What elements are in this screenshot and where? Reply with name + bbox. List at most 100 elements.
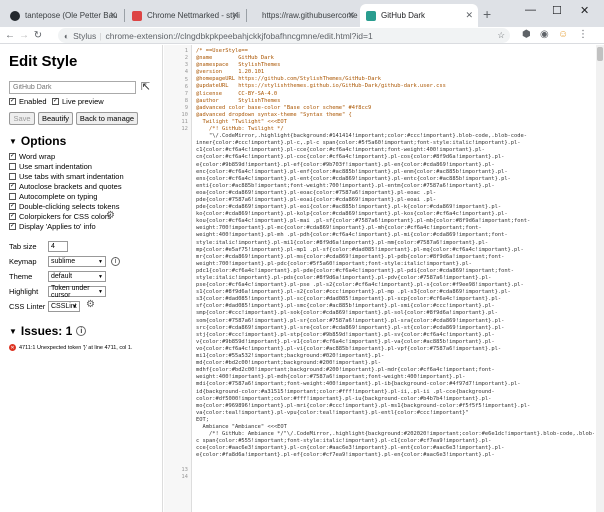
line-number: 6 xyxy=(184,84,188,90)
tab-raw-github[interactable]: https://raw.githubuserconte ✕ xyxy=(248,4,360,27)
checkbox-box: ✓ xyxy=(9,203,16,210)
code-line: color:#df5000!important;color:#fff!impor… xyxy=(196,395,492,402)
code-line: /* ==UserStyle== xyxy=(196,48,248,54)
github-favicon-icon xyxy=(10,10,20,21)
tab-close-icon[interactable]: ✕ xyxy=(231,10,239,21)
extension-icon-1[interactable]: ⬢ xyxy=(522,29,531,40)
style-name-input[interactable] xyxy=(9,81,136,94)
code-line: Ambiance "Ambiance" <<<EOT xyxy=(196,423,287,430)
beautify-button[interactable]: Beautify xyxy=(38,112,73,125)
profile-avatar-icon[interactable]: ☺ xyxy=(558,29,568,40)
code-line: pde{color:#cda869!important}.pl-eoi{colo… xyxy=(196,204,502,211)
issues-info-icon[interactable]: i xyxy=(76,326,87,336)
code-editor[interactable]: 1 2 3 4 5 6 7 8 9 10 11 12 13 14 /* ==Us… xyxy=(164,45,604,512)
extension-puzzle-icon: ◐ xyxy=(64,30,70,41)
reload-icon[interactable]: ↻ xyxy=(31,30,45,41)
code-line: weight:700!important}.pl-pdc{color:#5f5a… xyxy=(196,260,472,267)
tab-close-icon[interactable]: ✕ xyxy=(465,10,473,21)
live-preview-checkbox[interactable]: ✓ Live preview xyxy=(52,97,104,106)
line-number: 9 xyxy=(184,105,188,111)
code-line: /*! GitHub: Ambiance */"\/.CodeMirror,.h… xyxy=(208,431,594,438)
keymap-select[interactable]: sublime ▼ xyxy=(48,256,106,267)
issue-item[interactable]: ✕ 4711:1 Unexpected token '}' at line 47… xyxy=(9,344,133,351)
highlight-select[interactable]: Token under cursor ▼ xyxy=(48,285,106,299)
linter-gear-icon[interactable]: ⚙ xyxy=(86,299,95,310)
window-close-button[interactable]: ✕ xyxy=(580,4,589,17)
code-line: cce{color:#aac6e3!important}.pl-cn{color… xyxy=(196,445,505,452)
code-line: mo{color:#969896!important}.pl-mri{color… xyxy=(196,402,531,409)
enabled-checkbox[interactable]: ✓ Enabled xyxy=(9,97,47,106)
page-title: Edit Style xyxy=(9,53,78,70)
checkbox-box: ✓ xyxy=(9,98,16,105)
css-linter-select[interactable]: CSSLint ▼ xyxy=(48,301,80,312)
code-line: va{color:teal!important}.pl-vpu{color:te… xyxy=(196,409,469,416)
code-line: e{color:#fa8d6a!important}.pl-ef{color:#… xyxy=(196,452,495,459)
option-applies-to-info[interactable]: ✓ Display 'Applies to' info xyxy=(9,222,96,231)
maximize-button[interactable]: ☐ xyxy=(552,4,562,17)
code-line: enc{color:#cf6a4c!important}.pl-enf{colo… xyxy=(196,168,508,175)
code-line: kou{color:#cf6a4c!important}.pl-mai .pl-… xyxy=(196,218,531,225)
editor-scrollbar[interactable] xyxy=(596,45,604,512)
tab-close-icon[interactable]: ✕ xyxy=(109,10,117,21)
colorpicker-gear-icon[interactable]: ⚙ xyxy=(106,210,115,221)
code-line: s1{color:#8f9d6a!important}.pl-s2{color:… xyxy=(196,289,511,296)
back-arrow-icon[interactable]: ← xyxy=(3,30,17,41)
code-line: "\/.CodeMirror,.highlight{background:#14… xyxy=(196,133,528,140)
code-line: src{color:#cda869!important}.pl-sre{colo… xyxy=(196,324,505,331)
editor-sidebar: Edit Style ⇱ ✓ Enabled ✓ Live preview Sa… xyxy=(0,45,163,512)
option-autoclose-brackets[interactable]: ✓ Autoclose brackets and quotes xyxy=(9,182,122,191)
tab-label: https://raw.githubuserconte xyxy=(262,11,358,20)
code-line: Twilight "Twilight" <<<EOT xyxy=(196,118,287,125)
issues-section-header[interactable]: ▼ Issues: 1 i xyxy=(9,324,87,338)
browser-toolbar: ← → ↻ ◐ Stylus | chrome-extension://clng… xyxy=(0,27,604,44)
code-line: vo{color:#cf6a4c!important}.pl-vi{color:… xyxy=(196,345,502,352)
keymap-info-icon[interactable]: i xyxy=(111,257,120,266)
tab-strip: tantepose (Ole Petter Bau ✕ Chrome Nettm… xyxy=(0,0,604,27)
code-line: enti{color:#ac885b!important;font-weight… xyxy=(196,182,495,189)
address-bar[interactable]: ◐ Stylus | chrome-extension://clngdbkpkp… xyxy=(58,28,510,43)
options-section-header[interactable]: ▼ Options xyxy=(9,134,66,148)
tab-separator xyxy=(124,9,125,22)
code-line: mr{color:#cda869!important}.pl-ms{color:… xyxy=(196,253,505,260)
option-autocomplete[interactable]: Autocomplete on typing xyxy=(9,192,97,201)
code-line: md{color:#bd2c00!important;background:#2… xyxy=(196,360,381,367)
bookmark-star-icon[interactable]: ☆ xyxy=(497,30,505,41)
scrollbar-thumb[interactable] xyxy=(597,47,603,61)
code-content[interactable]: /* ==UserStyle== @name GitHub Dark @namesp… xyxy=(196,48,594,459)
code-line: style:italic!important}.pl-pds{color:#8f… xyxy=(196,275,492,281)
new-tab-button[interactable]: + xyxy=(483,6,491,22)
tab-tantepose[interactable]: tantepose (Ole Petter Bau ✕ xyxy=(4,4,122,27)
tab-close-icon[interactable]: ✕ xyxy=(347,10,355,21)
code-line: mdi{color:#7587a6!important;font-weight:… xyxy=(196,381,521,388)
back-to-manage-button[interactable]: Back to manage xyxy=(76,112,138,125)
tab-github-dark[interactable]: GitHub Dark ✕ xyxy=(360,4,478,27)
checkbox-box: ✓ xyxy=(52,98,59,105)
menu-kebab-icon[interactable]: ⋮ xyxy=(578,29,588,40)
save-button[interactable]: Save xyxy=(9,112,35,125)
code-line: pdc1{color:#cf6a4c!important}.pl-pde{col… xyxy=(196,267,515,274)
line-number: 2 xyxy=(184,55,188,61)
option-word-wrap[interactable]: ✓ Word wrap xyxy=(9,152,55,161)
checkbox-box xyxy=(9,173,16,180)
theme-select[interactable]: default ▼ xyxy=(48,271,106,282)
line-number: 10 xyxy=(181,112,188,118)
minimize-button[interactable]: — xyxy=(525,4,536,16)
line-number: 11 xyxy=(181,119,188,125)
code-line: weight:700!important}.pl-mc{color:#cda86… xyxy=(196,225,482,232)
forward-arrow-icon[interactable]: → xyxy=(17,30,31,41)
tab-chrome-store[interactable]: Chrome Nettmarked - styli ✕ xyxy=(126,4,244,27)
option-tabs-smart-indentation[interactable]: Use tabs with smart indentation xyxy=(9,172,124,181)
code-line: mi1{color:#55a532!important;background:#… xyxy=(196,353,385,360)
option-colorpickers[interactable]: ✓ Colorpickers for CSS colors xyxy=(9,212,111,221)
code-line: mp{color:#e5af75!important}.pl-mp1 .pl-s… xyxy=(196,246,524,253)
tab-size-input[interactable]: 4 xyxy=(48,241,68,252)
option-smart-indentation[interactable]: Use smart indentation xyxy=(9,162,92,171)
extension-icon-2[interactable]: ◉ xyxy=(540,29,549,40)
tab-label: Chrome Nettmarked - styli xyxy=(147,11,240,20)
open-external-icon[interactable]: ⇱ xyxy=(141,80,150,93)
code-line: @advanced dropdown syntax-theme "Syntax … xyxy=(196,111,352,118)
option-double-click-selects[interactable]: ✓ Double-clicking selects tokens xyxy=(9,202,119,211)
code-line: smp{color:#ccc!important}.pl-sok{color:#… xyxy=(196,310,498,317)
code-line: sf{color:#dad085!important}.pl-smc{color… xyxy=(196,303,495,310)
code-line: s3{color:#dad085!important}.pl-sc{color:… xyxy=(196,296,502,303)
